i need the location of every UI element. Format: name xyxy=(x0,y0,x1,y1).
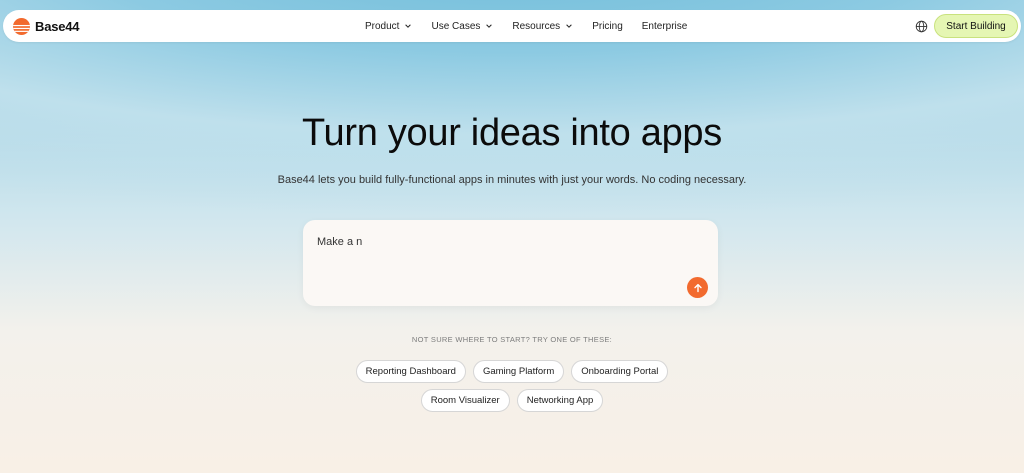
prompt-input[interactable] xyxy=(317,232,677,252)
chevron-down-icon xyxy=(404,22,412,30)
suggestion-row-1: Reporting Dashboard Gaming Platform Onbo… xyxy=(0,360,1024,383)
base44-logo-icon xyxy=(13,18,30,35)
start-building-button[interactable]: Start Building xyxy=(934,14,1018,38)
suggestion-chip-onboarding-portal[interactable]: Onboarding Portal xyxy=(571,360,668,383)
chevron-down-icon xyxy=(485,22,493,30)
nav-enterprise[interactable]: Enterprise xyxy=(642,21,688,32)
nav-pricing-label: Pricing xyxy=(592,21,623,32)
nav-product-label: Product xyxy=(365,21,399,32)
nav-product[interactable]: Product xyxy=(365,21,412,32)
nav-resources-label: Resources xyxy=(512,21,560,32)
suggestion-chip-reporting-dashboard[interactable]: Reporting Dashboard xyxy=(356,360,466,383)
nav-pricing[interactable]: Pricing xyxy=(592,21,623,32)
top-nav: Base44 Product Use Cases Resources Prici… xyxy=(3,10,1021,42)
suggestion-chip-gaming-platform[interactable]: Gaming Platform xyxy=(473,360,564,383)
suggestion-chip-networking-app[interactable]: Networking App xyxy=(517,389,604,412)
suggestions-label: NOT SURE WHERE TO START? TRY ONE OF THES… xyxy=(0,335,1024,344)
brand-name: Base44 xyxy=(35,19,79,34)
arrow-up-icon xyxy=(693,283,703,293)
suggestion-row-2: Room Visualizer Networking App xyxy=(0,389,1024,412)
nav-use-cases-label: Use Cases xyxy=(431,21,480,32)
brand-logo[interactable]: Base44 xyxy=(13,18,79,35)
hero-title: Turn your ideas into apps xyxy=(0,112,1024,155)
nav-resources[interactable]: Resources xyxy=(512,21,573,32)
suggestion-chip-room-visualizer[interactable]: Room Visualizer xyxy=(421,389,510,412)
main-menu: Product Use Cases Resources Pricing Ente… xyxy=(365,10,706,42)
prompt-box xyxy=(303,220,718,306)
nav-use-cases[interactable]: Use Cases xyxy=(431,21,493,32)
nav-enterprise-label: Enterprise xyxy=(642,21,688,32)
chevron-down-icon xyxy=(565,22,573,30)
globe-icon[interactable] xyxy=(915,20,928,33)
send-button[interactable] xyxy=(687,277,708,298)
hero-subtitle: Base44 lets you build fully-functional a… xyxy=(0,174,1024,186)
